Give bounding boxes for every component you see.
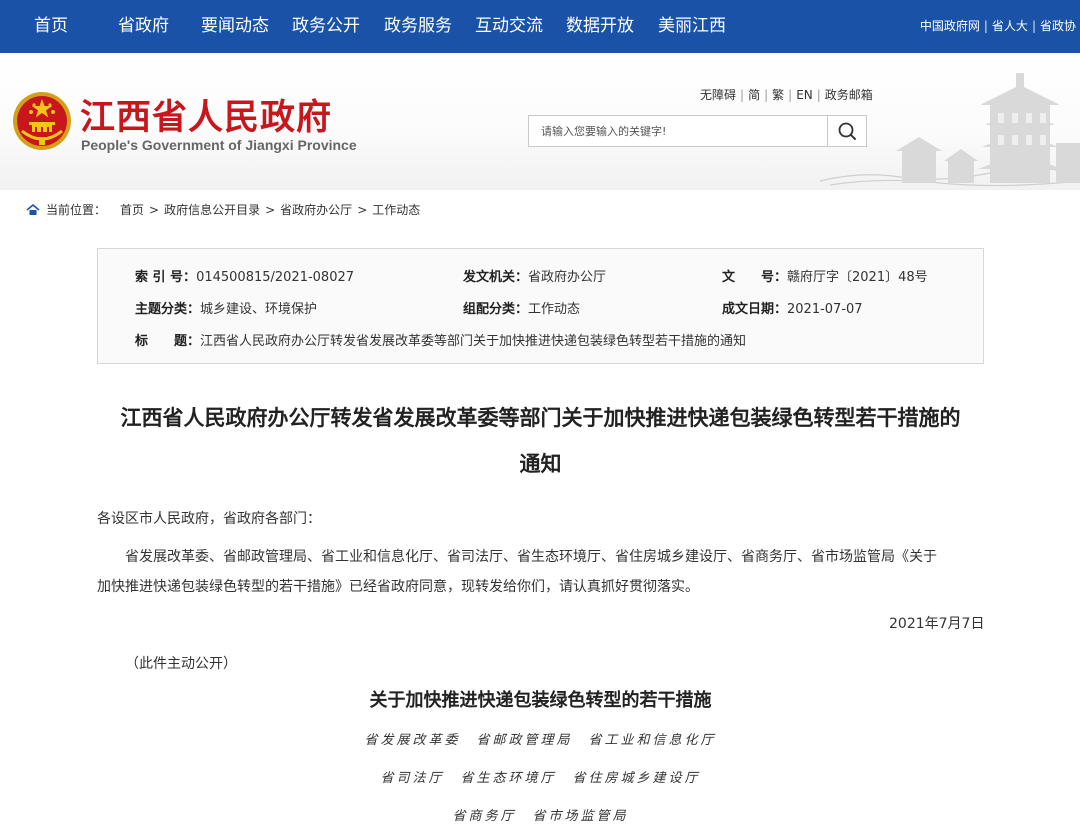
national-emblem-icon <box>13 92 71 150</box>
agencies-line1: 省发展改革委 省邮政管理局 省工业和信息化厅 <box>364 733 717 748</box>
breadcrumb-separator: > <box>149 202 160 217</box>
info-index-value: 014500815/2021-08027 <box>196 270 355 285</box>
link-provincial-congress[interactable]: 省人大 <box>992 19 1028 33</box>
info-index: 索 引 号：014500815/2021-08027 <box>135 266 354 285</box>
agencies-line2: 省司法厅 省生态环境厅 省住房城乡建设厅 <box>380 771 701 786</box>
link-provincial-cppcc[interactable]: 省政协 <box>1040 19 1076 33</box>
info-index-label: 索 引 号： <box>135 270 197 285</box>
nav-item-gov-services[interactable]: 政务服务 <box>384 0 452 53</box>
article-body-line1: 省发展改革委、省邮政管理局、省工业和信息化厅、省司法厅、省生态环境厅、省住房城乡… <box>125 549 937 565</box>
link-separator: | <box>1031 19 1036 33</box>
search-box <box>528 115 867 147</box>
link-traditional[interactable]: 繁 <box>772 88 784 102</box>
link-simplified[interactable]: 简 <box>748 88 760 102</box>
info-category-label: 组配分类： <box>463 302 529 317</box>
info-title-label: 标 题： <box>135 334 201 349</box>
nav-item-interaction[interactable]: 互动交流 <box>475 0 543 53</box>
link-china-gov[interactable]: 中国政府网 <box>920 19 980 33</box>
nav-item-home[interactable]: 首页 <box>34 0 68 53</box>
info-docno: 文 号：赣府厅字〔2021〕48号 <box>722 266 928 285</box>
info-date-value: 2021-07-07 <box>787 302 863 317</box>
document-info-box: 索 引 号：014500815/2021-08027 发文机关：省政府办公厅 文… <box>97 248 984 364</box>
link-separator: | <box>788 88 793 102</box>
link-separator: | <box>983 19 988 33</box>
top-external-links: 中国政府网 | 省人大 | 省政协 <box>920 0 1076 53</box>
breadcrumb-separator: > <box>357 202 368 217</box>
breadcrumb-general-office[interactable]: 省政府办公厅 <box>280 201 352 218</box>
nav-item-beautiful-jiangxi[interactable]: 美丽江西 <box>658 0 726 53</box>
breadcrumb-label: 当前位置： <box>46 203 107 217</box>
article-body-line2: 加快推进快递包装绿色转型的若干措施》已经省政府同意，现转发给你们，请认真抓好贯彻… <box>97 579 699 595</box>
home-icon <box>26 203 40 215</box>
link-separator: | <box>740 88 745 102</box>
info-topic: 主题分类：城乡建设、环境保护 <box>135 298 317 317</box>
nav-item-gov-affairs-open[interactable]: 政务公开 <box>292 0 360 53</box>
article-subtitle: 关于加快推进快递包装绿色转型的若干措施 <box>369 690 712 711</box>
info-topic-label: 主题分类： <box>135 302 201 317</box>
article-title-line1: 江西省人民政府办公厅转发省发展改革委等部门关于加快推进快递包装绿色转型若干措施的 <box>120 406 961 430</box>
breadcrumb-home[interactable]: 首页 <box>120 201 144 218</box>
info-issuer-label: 发文机关： <box>463 270 529 285</box>
info-topic-value: 城乡建设、环境保护 <box>200 302 318 317</box>
breadcrumb-work-news[interactable]: 工作动态 <box>372 201 420 218</box>
info-docno-label: 文 号： <box>722 270 788 285</box>
info-issuer-value: 省政府办公厅 <box>528 270 607 285</box>
agencies-line3: 省商务厅 省市场监管局 <box>452 809 629 824</box>
info-date: 成文日期：2021-07-07 <box>722 298 863 317</box>
article-disclosure: （此件主动公开） <box>125 656 237 672</box>
site-header: 江西省人民政府 People's Government of Jiangxi P… <box>0 53 1080 190</box>
pavilion-landmark-icon <box>820 73 1080 187</box>
info-docno-value: 赣府厅字〔2021〕48号 <box>787 270 928 285</box>
link-accessibility[interactable]: 无障碍 <box>700 88 736 102</box>
info-issuer: 发文机关：省政府办公厅 <box>463 266 606 285</box>
nav-item-open-data[interactable]: 数据开放 <box>566 0 634 53</box>
search-input[interactable] <box>529 116 827 146</box>
article-salutation: 各设区市人民政府，省政府各部门： <box>97 511 321 527</box>
breadcrumb-separator: > <box>265 202 276 217</box>
info-title: 标 题：江西省人民政府办公厅转发省发展改革委等部门关于加快推进快递包装绿色转型若… <box>135 330 746 349</box>
article-title: 江西省人民政府办公厅转发省发展改革委等部门关于加快推进快递包装绿色转型若干措施的… <box>97 395 984 487</box>
top-nav-bar: 首页 省政府 要闻动态 政务公开 政务服务 互动交流 数据开放 美丽江西 中国政… <box>0 0 1080 53</box>
breadcrumb-info-catalog[interactable]: 政府信息公开目录 <box>164 201 260 218</box>
nav-item-news[interactable]: 要闻动态 <box>201 0 269 53</box>
link-english[interactable]: EN <box>796 88 813 102</box>
info-category-value: 工作动态 <box>528 302 581 317</box>
info-title-value: 江西省人民政府办公厅转发省发展改革委等部门关于加快推进快递包装绿色转型若干措施的… <box>200 334 747 349</box>
site-title: 江西省人民政府 <box>80 97 333 138</box>
article-date: 2021年7月7日 <box>889 616 985 632</box>
nav-item-province-gov[interactable]: 省政府 <box>118 0 169 53</box>
site-subtitle: People's Government of Jiangxi Province <box>81 137 357 153</box>
article-title-line2: 通知 <box>519 452 562 476</box>
breadcrumb: 当前位置： 首页 > 政府信息公开目录 > 省政府办公厅 > 工作动态 <box>26 201 420 218</box>
link-separator: | <box>764 88 769 102</box>
info-category: 组配分类：工作动态 <box>463 298 580 317</box>
info-date-label: 成文日期： <box>722 302 788 317</box>
